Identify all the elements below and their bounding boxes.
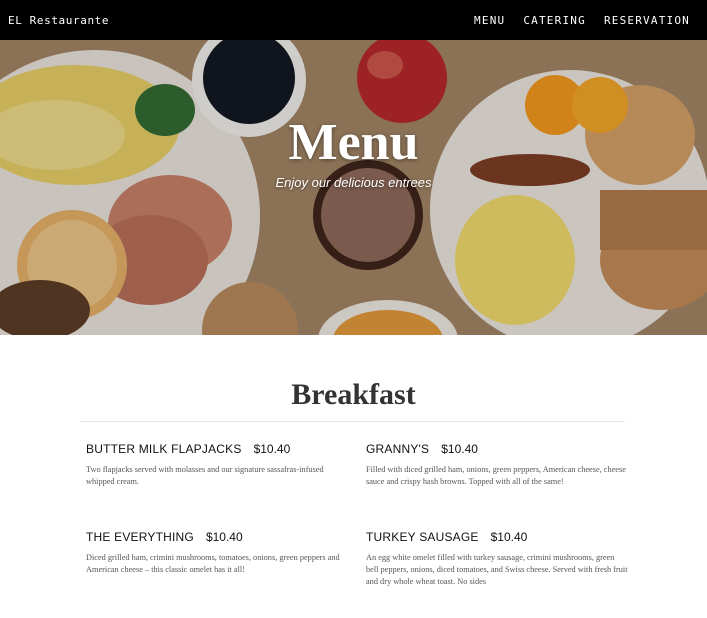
menu-item-description: An egg white omelet filled with turkey s… — [366, 553, 628, 586]
brand-link[interactable]: EL Restaurante — [8, 14, 109, 27]
menu-item-price: $10.40 — [205, 530, 243, 544]
nav-link-reservation[interactable]: RESERVATION — [604, 14, 690, 27]
menu-item-price: $10.40 — [253, 442, 291, 456]
menu-item-description: Filled with diced grilled ham, onions, g… — [366, 465, 626, 486]
menu-item-price: $10.40 — [490, 530, 528, 544]
menu-item-name: BUTTER MILK FLAPJACKS — [86, 442, 242, 456]
menu-item-header: GRANNY'S $10.40 — [366, 442, 628, 456]
menu-item-name: THE EVERYTHING — [86, 530, 194, 544]
menu-item-description: Diced grilled ham, crimini mushrooms, to… — [86, 553, 340, 574]
hero-banner: Menu Enjoy our delicious entrees — [0, 40, 707, 335]
menu-item-name: TURKEY SAUSAGE — [366, 530, 479, 544]
menu-item-header: THE EVERYTHING $10.40 — [86, 530, 348, 544]
menu-item: THE EVERYTHING $10.40 Diced grilled ham,… — [86, 530, 348, 576]
menu-item-description: Two flapjacks served with molasses and o… — [86, 465, 324, 486]
menu-item: BUTTER MILK FLAPJACKS $10.40 Two flapjac… — [86, 442, 348, 488]
top-navbar: EL Restaurante MENU CATERING RESERVATION — [0, 0, 707, 40]
menu-item: GRANNY'S $10.40 Filled with diced grille… — [366, 442, 628, 488]
nav-link-menu[interactable]: MENU — [474, 14, 505, 27]
hero-title: Menu — [288, 114, 419, 171]
nav-links: MENU CATERING RESERVATION — [474, 14, 690, 27]
nav-link-catering[interactable]: CATERING — [523, 14, 586, 27]
menu-item: TURKEY SAUSAGE $10.40 An egg white omele… — [366, 530, 628, 588]
section-title-breakfast: Breakfast — [291, 378, 416, 411]
menu-item-header: TURKEY SAUSAGE $10.40 — [366, 530, 628, 544]
menu-item-name: GRANNY'S — [366, 442, 430, 456]
menu-item-header: BUTTER MILK FLAPJACKS $10.40 — [86, 442, 348, 456]
menu-item-price: $10.40 — [441, 442, 478, 456]
section-divider — [80, 421, 625, 422]
hero-subtitle: Enjoy our delicious entrees — [275, 175, 432, 190]
